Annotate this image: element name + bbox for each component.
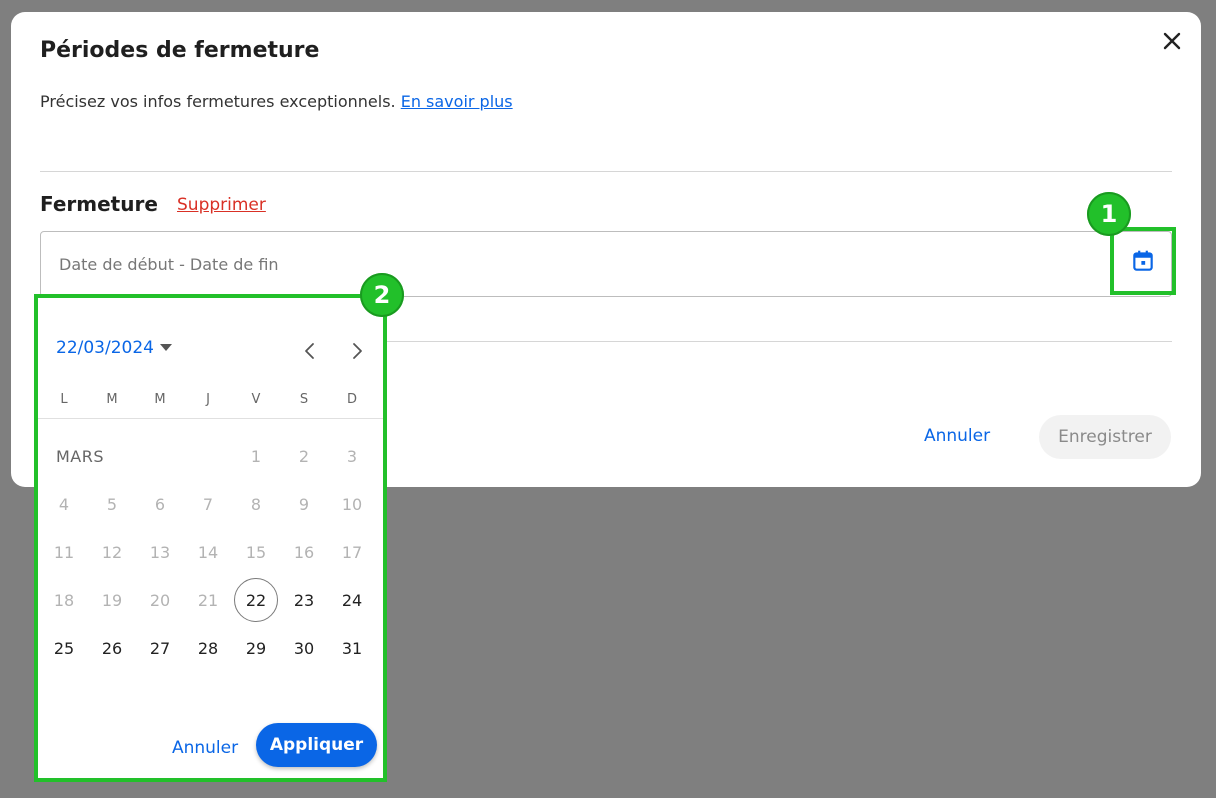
modal-title: Périodes de fermeture	[40, 38, 320, 63]
cancel-button[interactable]: Annuler	[907, 416, 1007, 456]
section-title: Fermeture	[40, 192, 158, 216]
description-text: Précisez vos infos fermetures exceptionn…	[40, 92, 396, 111]
step-marker-2: 2	[360, 273, 404, 317]
day-cell: 1	[250, 446, 262, 466]
day-cell: 18	[53, 590, 75, 610]
day-cell-selected[interactable]: 22	[234, 578, 278, 622]
day-cell: 9	[298, 494, 310, 514]
day-cell[interactable]: 23	[282, 578, 326, 622]
next-month-button[interactable]	[340, 334, 374, 368]
weekday-label: J	[206, 392, 210, 407]
previous-month-button[interactable]	[293, 334, 327, 368]
divider	[38, 418, 383, 419]
calendar-button[interactable]	[1110, 227, 1176, 295]
day-cell: 4	[58, 494, 70, 514]
weekday-label: V	[251, 392, 261, 407]
day-cell[interactable]: 27	[138, 626, 182, 670]
day-cell[interactable]: 25	[42, 626, 86, 670]
learn-more-link[interactable]: En savoir plus	[401, 92, 513, 111]
day-cell[interactable]: 30	[282, 626, 326, 670]
day-cell[interactable]: 24	[330, 578, 374, 622]
picker-cancel-button[interactable]: Annuler	[162, 730, 248, 766]
day-cell: 3	[346, 446, 358, 466]
delete-link[interactable]: Supprimer	[177, 195, 266, 215]
weekday-label: M	[154, 392, 166, 407]
day-cell: 14	[197, 542, 219, 562]
date-range-input[interactable]	[40, 231, 1172, 297]
caret-down-icon	[159, 344, 172, 351]
close-button[interactable]	[1157, 26, 1187, 56]
day-cell: 7	[202, 494, 214, 514]
apply-button[interactable]: Appliquer	[256, 723, 377, 767]
day-cell: 19	[101, 590, 123, 610]
day-cell: 8	[250, 494, 262, 514]
close-icon	[1163, 32, 1181, 50]
day-cell: 2	[298, 446, 310, 466]
day-cell: 6	[154, 494, 166, 514]
weekday-header: L M M J V S D	[40, 392, 376, 407]
weekday-label: L	[60, 392, 68, 407]
day-cell: 5	[106, 494, 118, 514]
day-cell: 16	[293, 542, 315, 562]
chevron-left-icon	[305, 343, 314, 359]
day-cell: 10	[341, 494, 363, 514]
weekday-label: S	[299, 392, 309, 407]
day-cell[interactable]: 31	[330, 626, 374, 670]
day-cell: 13	[149, 542, 171, 562]
chevron-right-icon	[353, 343, 362, 359]
day-cell[interactable]: 29	[234, 626, 278, 670]
day-cell[interactable]: 26	[90, 626, 134, 670]
calendar-icon	[1133, 250, 1153, 271]
divider	[40, 171, 1172, 172]
step-marker-1: 1	[1087, 192, 1131, 236]
selected-date-label: 22/03/2024	[56, 338, 154, 358]
weekday-label: D	[346, 392, 357, 407]
day-cell: 15	[245, 542, 267, 562]
month-year-selector[interactable]: 22/03/2024	[56, 338, 172, 358]
weekday-label: M	[106, 392, 118, 407]
day-cell: 11	[53, 542, 75, 562]
modal-description: Précisez vos infos fermetures exceptionn…	[40, 92, 513, 111]
day-cell: 17	[341, 542, 363, 562]
save-button[interactable]: Enregistrer	[1039, 415, 1171, 459]
day-cell[interactable]: 28	[186, 626, 230, 670]
date-picker: 22/03/2024 L M M J V S D MARS 1234567891…	[34, 294, 387, 782]
day-cell: 12	[101, 542, 123, 562]
month-label: MARS	[56, 447, 105, 466]
day-cell: 20	[149, 590, 171, 610]
day-cell: 21	[197, 590, 219, 610]
